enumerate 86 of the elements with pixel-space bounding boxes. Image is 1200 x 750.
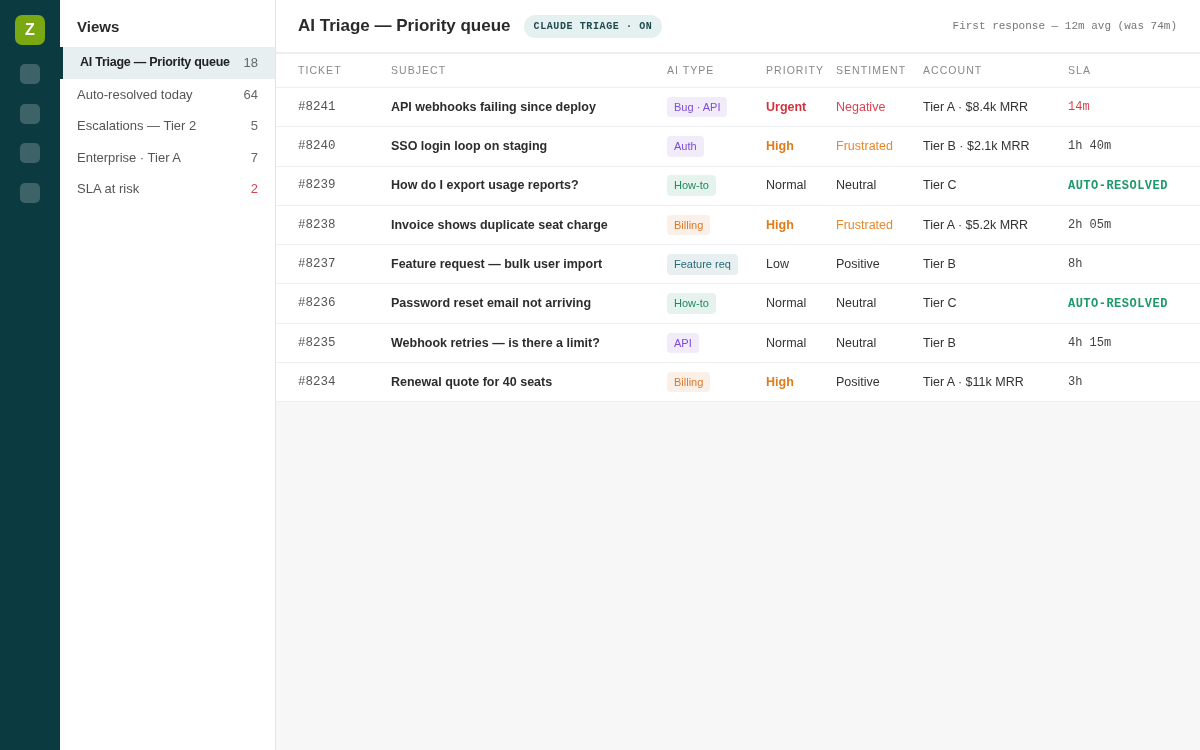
view-label: Auto-resolved today xyxy=(77,85,193,104)
view-item[interactable]: Auto-resolved today 64 xyxy=(60,78,275,110)
ai-type-tag: Billing xyxy=(667,371,711,393)
ticket-subject: How do I export usage reports? xyxy=(391,177,579,195)
ai-type-tag: How-to xyxy=(667,293,716,314)
ai-type-tag: Bug · API xyxy=(667,96,728,118)
ticket-subject: Password reset email not arriving xyxy=(391,295,592,313)
account-label: Tier A · $5.2k MRR xyxy=(923,216,1029,234)
sentiment-label: Frustrated xyxy=(836,138,893,156)
column-header: SLA xyxy=(1068,62,1091,78)
column-header: SUBJECT xyxy=(391,62,447,78)
ticket-subject: Invoice shows duplicate seat charge xyxy=(391,216,608,234)
ticket-subject: Renewal quote for 40 seats xyxy=(391,373,553,391)
sla-label: AUTO-RESOLVED xyxy=(1068,295,1168,313)
ticket-subject: Webhook retries — is there a limit? xyxy=(391,334,600,352)
priority-label: Normal xyxy=(766,295,807,313)
account-label: Tier C xyxy=(923,295,957,313)
ticket-id: #8236 xyxy=(298,295,336,313)
page-title: AI Triage — Priority queue xyxy=(298,15,511,38)
view-count: 5 xyxy=(250,117,258,135)
view-item[interactable]: AI Triage — Priority queue 18 xyxy=(60,47,275,79)
nav-placeholder-icon[interactable] xyxy=(20,103,40,124)
ticket-subject: Feature request — bulk user import xyxy=(391,255,603,273)
nav-placeholder-icon[interactable] xyxy=(20,64,40,84)
sla-label: 8h xyxy=(1068,256,1083,274)
view-count: 7 xyxy=(250,148,258,167)
ticket-subject: API webhooks failing since deploy xyxy=(391,98,596,116)
column-header: AI TYPE xyxy=(667,62,715,78)
ticket-id: #8240 xyxy=(298,138,336,156)
view-item[interactable]: Escalations — Tier 2 5 xyxy=(60,110,275,142)
ticket-id: #8235 xyxy=(298,334,336,352)
sla-label: 14m xyxy=(1068,99,1090,117)
column-header: PRIORITY xyxy=(766,62,824,78)
priority-label: High xyxy=(766,216,794,234)
ai-type-tag: Billing xyxy=(667,214,711,236)
nav-placeholder-icon[interactable] xyxy=(20,143,40,163)
sidebar-title: Views xyxy=(76,17,120,37)
account-label: Tier B xyxy=(923,255,956,273)
view-item[interactable]: Enterprise · Tier A 7 xyxy=(60,141,275,173)
ticket-id: #8238 xyxy=(298,216,336,234)
ticket-id: #8237 xyxy=(298,255,336,273)
ai-type-tag: How-to xyxy=(667,175,716,196)
view-count: 64 xyxy=(243,85,258,104)
status-badge: CLAUDE TRIAGE · ON xyxy=(523,14,663,38)
sentiment-label: Frustrated xyxy=(836,216,893,234)
sla-label: 2h 05m xyxy=(1068,217,1112,235)
sentiment-label: Positive xyxy=(836,255,880,273)
column-header: ACCOUNT xyxy=(923,62,983,78)
sentiment-label: Neutral xyxy=(836,177,877,195)
nav-placeholder-icon[interactable] xyxy=(20,182,40,203)
priority-label: Normal xyxy=(766,334,807,352)
account-label: Tier A · $11k MRR xyxy=(923,373,1024,391)
account-label: Tier C xyxy=(923,177,957,195)
ticket-id: #8239 xyxy=(298,177,336,195)
column-header: TICKET xyxy=(298,62,342,78)
sentiment-label: Positive xyxy=(836,373,880,391)
response-metric: First response — 12m avg (was 74m) xyxy=(952,18,1177,34)
account-label: Tier A · $8.4k MRR xyxy=(923,98,1029,116)
view-label: AI Triage — Priority queue xyxy=(80,54,230,72)
priority-label: Low xyxy=(766,255,789,273)
ai-type-tag: API xyxy=(667,332,699,354)
sentiment-label: Negative xyxy=(836,98,886,116)
view-count: 2 xyxy=(250,180,258,198)
view-label: Enterprise · Tier A xyxy=(77,148,182,167)
priority-label: High xyxy=(766,373,794,391)
priority-label: High xyxy=(766,138,794,156)
view-label: SLA at risk xyxy=(77,180,140,198)
view-count: 18 xyxy=(243,54,258,72)
column-header: SENTIMENT xyxy=(836,62,907,78)
sentiment-label: Neutral xyxy=(836,334,877,352)
account-label: Tier B xyxy=(923,334,956,352)
sla-label: 4h 15m xyxy=(1068,334,1112,352)
ticket-id: #8241 xyxy=(298,98,336,116)
ai-type-tag: Auth xyxy=(667,136,704,157)
priority-label: Urgent xyxy=(766,98,807,116)
sla-label: AUTO-RESOLVED xyxy=(1068,177,1168,195)
ai-type-tag: Feature req xyxy=(667,254,738,275)
view-item[interactable]: SLA at risk 2 xyxy=(60,173,275,205)
ticket-id: #8234 xyxy=(298,373,336,391)
sla-label: 1h 40m xyxy=(1068,138,1112,156)
sla-label: 3h xyxy=(1068,374,1083,392)
account-label: Tier B · $2.1k MRR xyxy=(923,138,1030,156)
sentiment-label: Neutral xyxy=(836,295,877,313)
view-label: Escalations — Tier 2 xyxy=(77,117,197,135)
priority-label: Normal xyxy=(766,177,807,195)
ticket-subject: SSO login loop on staging xyxy=(391,138,548,156)
